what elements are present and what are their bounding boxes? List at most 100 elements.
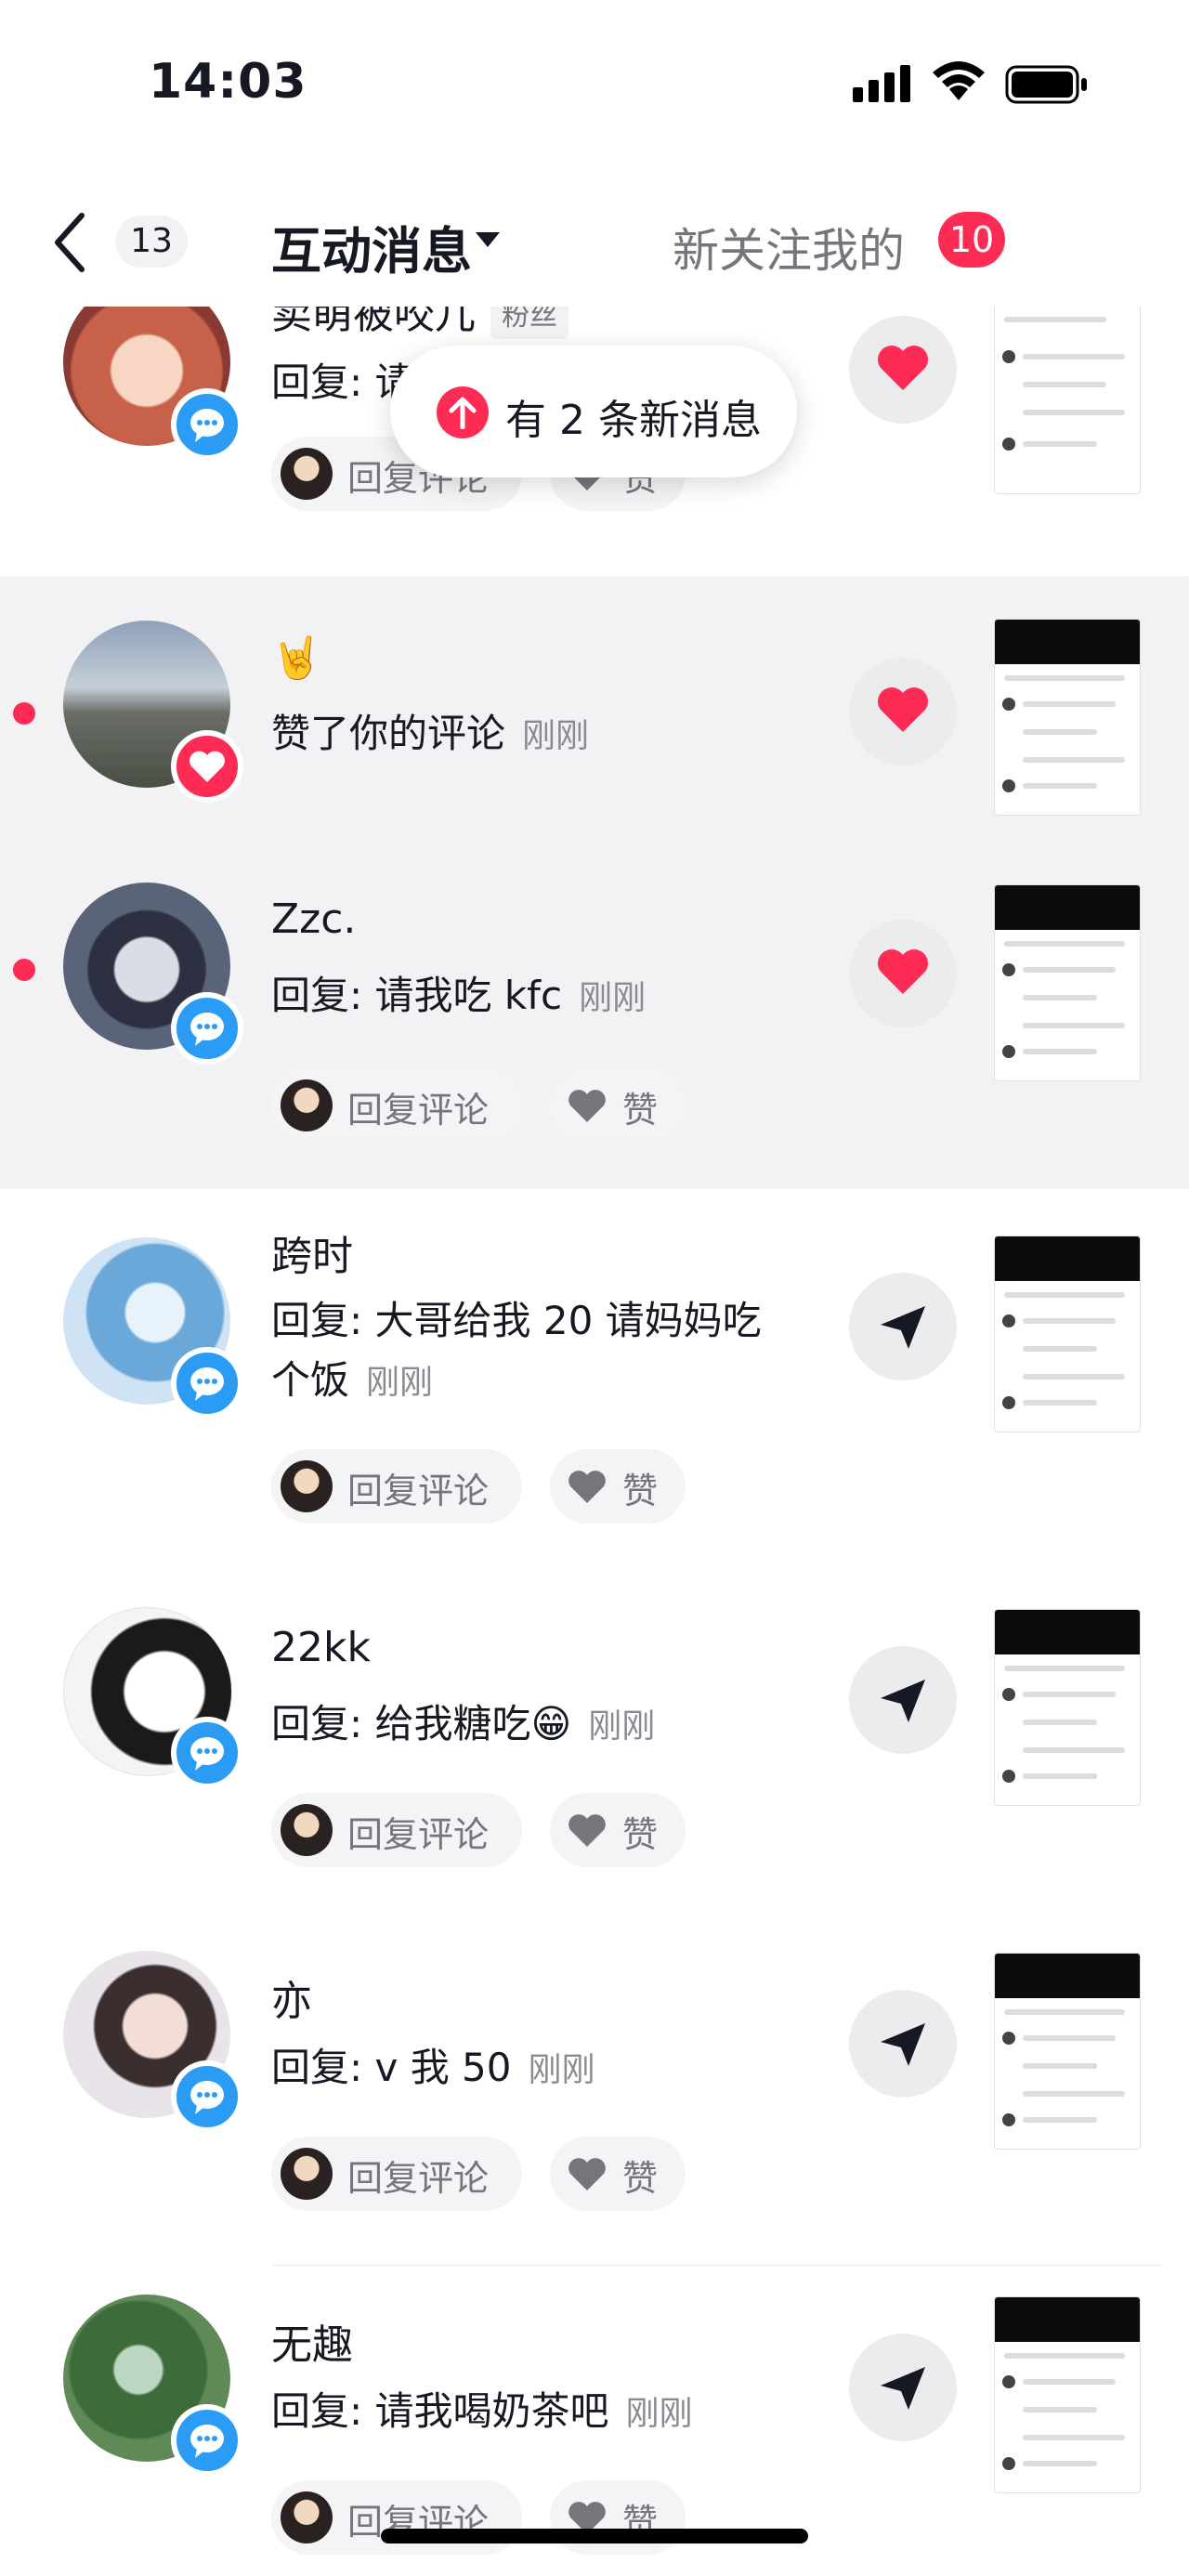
post-thumbnail[interactable]: [994, 307, 1141, 494]
heart-icon: [568, 1471, 606, 1503]
message-body: 赞了你的评论: [271, 711, 506, 756]
liked-heart-button[interactable]: [849, 658, 957, 765]
status-bar: 14:03: [0, 0, 1189, 158]
paper-plane-icon: [881, 2023, 925, 2066]
like-button[interactable]: 赞: [550, 2480, 686, 2555]
my-avatar: [281, 2491, 333, 2543]
heart-icon: [568, 2158, 606, 2190]
heart-filled-icon: [878, 346, 928, 390]
message-body: 回复: v 我 50: [271, 2045, 512, 2090]
my-avatar: [281, 448, 333, 500]
username[interactable]: 跨时: [271, 1223, 353, 1282]
unread-dot: [13, 959, 35, 981]
list-item[interactable]: 亦 回复: v 我 50 刚刚 回复评论 赞: [0, 1923, 1189, 2267]
message-body: 回复: 请我吃 kfc: [271, 973, 563, 1018]
post-thumbnail[interactable]: [994, 2296, 1141, 2493]
my-avatar: [281, 1460, 333, 1512]
reply-comment-button[interactable]: 回复评论: [271, 1068, 522, 1143]
heart-icon: [568, 1090, 606, 1122]
message-text: 回复: 大哥给我 20 请妈妈吃个饭 刚刚: [271, 1291, 791, 1413]
reply-comment-label: 回复评论: [347, 1090, 490, 1131]
arrow-up-icon: [437, 386, 489, 438]
comment-badge-icon: [171, 1347, 243, 1419]
username[interactable]: 亦: [271, 1968, 312, 2027]
heart-filled-icon: [878, 687, 928, 732]
toast-text: 有 2 条新消息: [505, 397, 762, 444]
timestamp: 刚刚: [522, 717, 590, 755]
new-followers-link[interactable]: 新关注我的: [673, 214, 905, 281]
comment-badge-icon: [171, 2404, 243, 2477]
list-item[interactable]: 跨时 回复: 大哥给我 20 请妈妈吃个饭 刚刚 回复评论 赞: [0, 1189, 1189, 1579]
like-label: 赞: [622, 2158, 659, 2199]
post-thumbnail[interactable]: [994, 1236, 1141, 1432]
signal-icon: [853, 65, 910, 102]
post-thumbnail[interactable]: [994, 1609, 1141, 1806]
new-messages-toast[interactable]: 有 2 条新消息: [390, 346, 797, 477]
send-reply-button[interactable]: [849, 1990, 957, 2098]
like-button[interactable]: 赞: [550, 1068, 686, 1143]
like-label: 赞: [622, 1471, 659, 1511]
my-avatar: [281, 1079, 333, 1131]
new-followers-badge: 10: [938, 212, 1005, 268]
top-nav-bar: 13 互动消息 新关注我的 10: [0, 177, 1189, 307]
reply-comment-button[interactable]: 回复评论: [271, 1449, 522, 1523]
reply-comment-button[interactable]: 回复评论: [271, 2137, 522, 2211]
home-indicator[interactable]: [381, 2529, 808, 2543]
username[interactable]: 卖萌被咬儿: [271, 307, 476, 338]
send-reply-button[interactable]: [849, 2334, 957, 2441]
like-button[interactable]: 赞: [550, 1793, 686, 1867]
reply-comment-button[interactable]: 回复评论: [271, 2480, 522, 2555]
my-avatar: [281, 1804, 333, 1856]
back-unread-count[interactable]: 13: [115, 216, 188, 268]
reply-comment-button[interactable]: 回复评论: [271, 1793, 522, 1867]
caret-down-icon[interactable]: [474, 230, 502, 249]
reply-comment-label: 回复评论: [347, 2158, 490, 2199]
timestamp: 刚刚: [366, 1364, 434, 1402]
message-feed[interactable]: 卖萌被咬儿 粉丝 回复: 请 回复评论 赞 🤘 赞了你的评论 刚刚 Zzc. 回…: [0, 307, 1189, 2576]
timestamp: 刚刚: [579, 979, 647, 1017]
message-text: 回复: 请我吃 kfc 刚刚: [271, 966, 791, 1028]
page-title[interactable]: 互动消息: [271, 210, 472, 283]
username[interactable]: 🤘: [271, 634, 322, 682]
comment-badge-icon: [171, 2060, 243, 2133]
post-thumbnail[interactable]: [994, 884, 1141, 1081]
heart-badge-icon: [171, 730, 243, 803]
list-item[interactable]: 🤘 赞了你的评论 刚刚: [0, 576, 1189, 855]
wifi-icon: [933, 61, 985, 100]
list-item[interactable]: 22kk 回复: 给我糖吃😁 刚刚 回复评论 赞: [0, 1579, 1189, 1923]
battery-icon: [1005, 65, 1087, 104]
paper-plane-icon: [881, 1306, 925, 1349]
fan-tag: 粉丝: [490, 307, 568, 339]
send-reply-button[interactable]: [849, 1646, 957, 1754]
send-reply-button[interactable]: [849, 1273, 957, 1380]
message-body: 回复: 请我喝奶茶吧: [271, 2388, 609, 2434]
heart-filled-icon: [878, 949, 928, 994]
divider: [271, 2265, 1163, 2266]
timestamp: 刚刚: [625, 2395, 693, 2433]
back-arrow-icon[interactable]: [45, 210, 100, 275]
comment-badge-icon: [171, 992, 243, 1065]
reply-comment-label: 回复评论: [347, 1471, 490, 1511]
message-body: 回复: 给我糖吃😁: [271, 1701, 572, 1746]
timestamp: 刚刚: [528, 2051, 595, 2089]
post-thumbnail[interactable]: [994, 619, 1141, 816]
heart-icon: [568, 1814, 606, 1847]
status-time: 14:03: [149, 54, 307, 110]
username[interactable]: 无趣: [271, 2311, 353, 2371]
paper-plane-icon: [881, 1680, 925, 1722]
message-body: 回复: 大哥给我 20 请妈妈吃个饭: [271, 1298, 762, 1403]
list-item[interactable]: Zzc. 回复: 请我吃 kfc 刚刚 回复评论 赞: [0, 855, 1189, 1189]
liked-heart-button[interactable]: [849, 316, 957, 424]
like-button[interactable]: 赞: [550, 2137, 686, 2211]
liked-heart-button[interactable]: [849, 920, 957, 1027]
username[interactable]: Zzc.: [271, 896, 356, 943]
message-text: 回复: 给我糖吃😁 刚刚: [271, 1694, 791, 1757]
message-text: 回复: 请我喝奶茶吧 刚刚: [271, 2382, 791, 2444]
message-text: 回复: v 我 50 刚刚: [271, 2038, 791, 2100]
username[interactable]: 22kk: [271, 1624, 371, 1671]
timestamp: 刚刚: [588, 1707, 656, 1746]
my-avatar: [281, 2148, 333, 2200]
like-button[interactable]: 赞: [550, 1449, 686, 1523]
post-thumbnail[interactable]: [994, 1953, 1141, 2150]
unread-dot: [13, 702, 35, 725]
